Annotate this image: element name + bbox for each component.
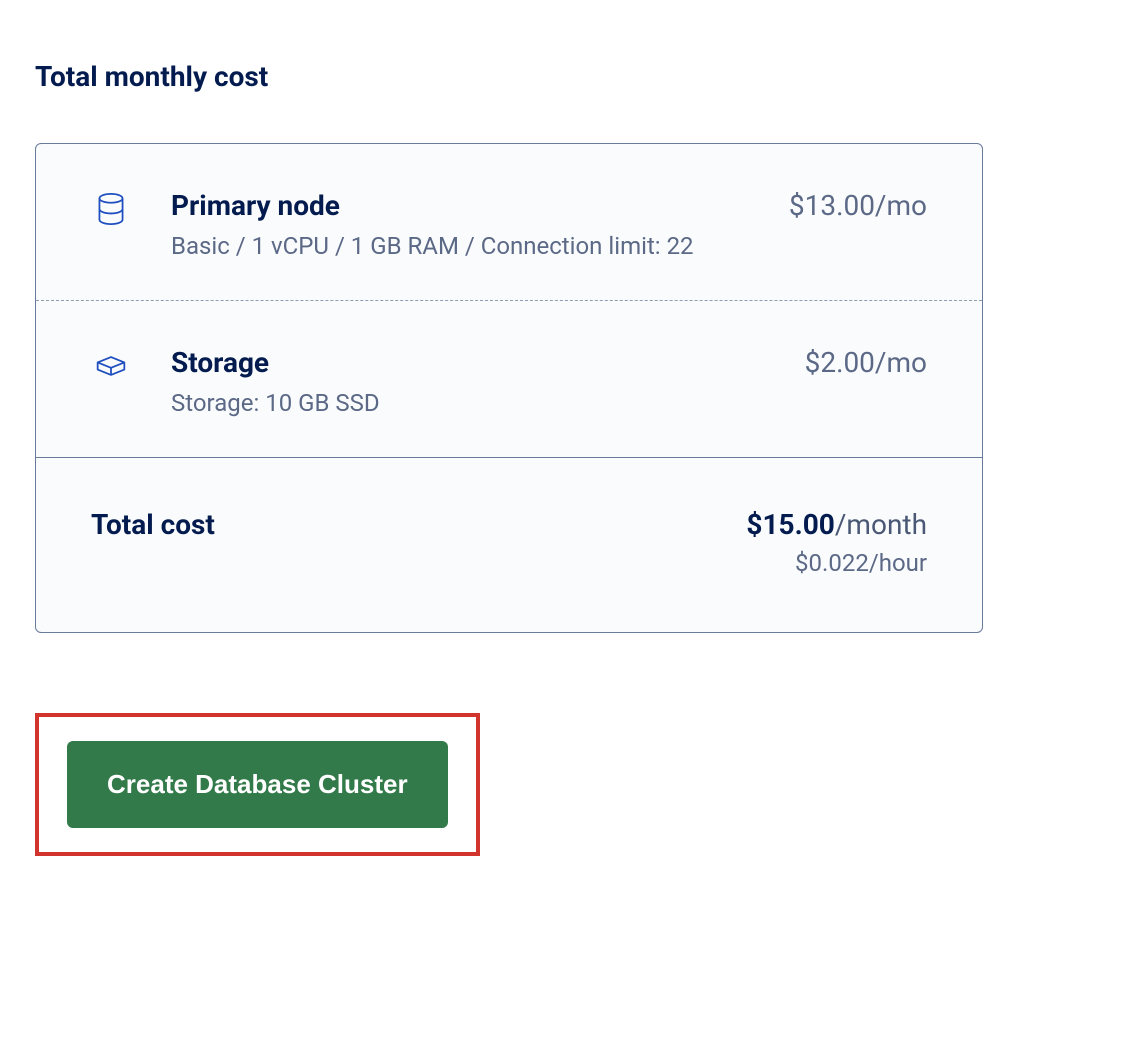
total-label: Total cost: [91, 508, 215, 541]
item-price: $13.00/mo: [789, 189, 927, 222]
section-title: Total monthly cost: [35, 60, 1111, 93]
highlight-box: Create Database Cluster: [35, 713, 480, 856]
total-amount: $15.00/month: [746, 508, 927, 541]
item-subtitle: Storage: 10 GB SSD: [171, 389, 927, 417]
create-database-cluster-button[interactable]: Create Database Cluster: [67, 741, 448, 828]
line-item-storage: Storage $2.00/mo Storage: 10 GB SSD: [36, 300, 982, 457]
item-subtitle: Basic / 1 vCPU / 1 GB RAM / Connection l…: [171, 232, 927, 260]
storage-icon: [91, 346, 131, 382]
line-item-primary-node: Primary node $13.00/mo Basic / 1 vCPU / …: [36, 144, 982, 300]
item-title: Storage: [171, 346, 269, 379]
item-price: $2.00/mo: [805, 346, 927, 379]
database-icon: [91, 189, 131, 225]
item-title: Primary node: [171, 189, 340, 222]
total-hourly: $0.022/hour: [746, 549, 927, 577]
total-row: Total cost $15.00/month $0.022/hour: [36, 457, 982, 632]
cost-summary-card: Primary node $13.00/mo Basic / 1 vCPU / …: [35, 143, 983, 633]
